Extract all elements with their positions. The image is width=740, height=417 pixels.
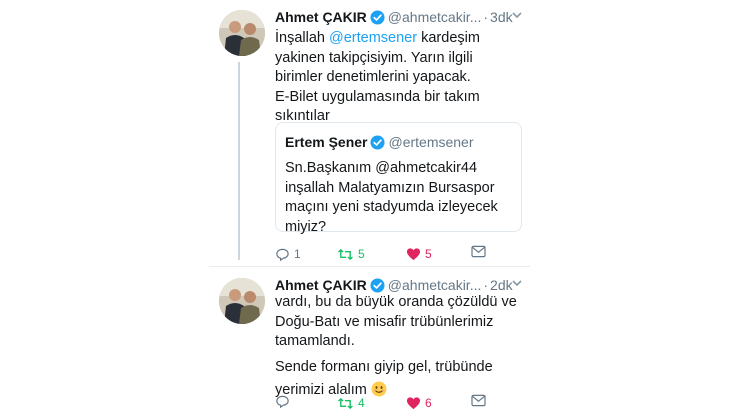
author-name[interactable]: Ahmet ÇAKIR xyxy=(275,9,367,25)
direct-message-icon xyxy=(471,245,486,258)
direct-message-icon xyxy=(471,394,486,407)
retweet-button[interactable]: 4 xyxy=(337,394,365,412)
like-count: 6 xyxy=(425,396,432,410)
quote-header: Ertem Şener @ertemsener xyxy=(285,132,474,155)
separator-dot: · xyxy=(483,277,489,293)
thread-connector-line xyxy=(238,62,240,260)
tweet-header: Ahmet ÇAKIR @ahmetcakir... · 2dk xyxy=(275,275,513,295)
mention-link[interactable]: @ertemsener xyxy=(329,30,417,46)
author-handle[interactable]: @ahmetcakir... xyxy=(388,9,482,25)
quote-text: Sn.Başkanım @ahmetcakir44 inşallah Malat… xyxy=(285,160,498,235)
quote-author-handle: @ertemsener xyxy=(388,134,474,150)
chevron-down-icon[interactable] xyxy=(511,277,523,292)
reply-icon xyxy=(276,395,289,409)
tweet-actions: 1 5 5 xyxy=(275,245,520,263)
direct-message-button[interactable] xyxy=(471,245,486,258)
reply-button[interactable]: 1 xyxy=(275,245,301,263)
like-button[interactable]: 6 xyxy=(406,394,432,412)
verified-badge-icon xyxy=(370,135,386,155)
verified-badge-icon xyxy=(370,10,385,30)
retweet-icon xyxy=(338,248,353,260)
tweet-divider xyxy=(209,266,530,267)
like-button[interactable]: 5 xyxy=(406,245,432,263)
direct-message-button[interactable] xyxy=(471,394,486,407)
avatar[interactable] xyxy=(219,10,265,56)
reply-button[interactable] xyxy=(275,394,294,409)
avatar[interactable] xyxy=(219,278,265,324)
chevron-down-icon[interactable] xyxy=(511,9,523,24)
author-handle[interactable]: @ahmetcakir... xyxy=(388,277,482,293)
tweet-text: vardı, bu da büyük oranda çözüldü ve Doğ… xyxy=(275,293,517,404)
tweet-header: Ahmet ÇAKIR @ahmetcakir... · 3dk xyxy=(275,7,513,27)
retweet-button[interactable]: 5 xyxy=(337,245,365,263)
retweet-icon xyxy=(338,397,353,409)
reply-count: 1 xyxy=(294,247,301,261)
heart-icon xyxy=(406,248,421,261)
tweet-actions: 4 6 xyxy=(275,394,520,412)
retweet-count: 4 xyxy=(358,396,365,410)
tweet-text: İnşallah @ertemsener kardeşim yakinen ta… xyxy=(275,30,480,124)
heart-icon xyxy=(406,397,421,410)
tweet-timestamp[interactable]: 3dk xyxy=(490,9,513,25)
author-name[interactable]: Ahmet ÇAKIR xyxy=(275,277,367,293)
reply-icon xyxy=(276,248,289,261)
separator-dot: · xyxy=(483,9,489,25)
quote-author-name: Ertem Şener xyxy=(285,134,368,150)
retweet-count: 5 xyxy=(358,247,365,261)
like-count: 5 xyxy=(425,247,432,261)
quoted-tweet[interactable]: Ertem Şener @ertemsener Sn.Başkanım @ahme… xyxy=(275,122,522,235)
tweet-timestamp[interactable]: 2dk xyxy=(490,277,513,293)
